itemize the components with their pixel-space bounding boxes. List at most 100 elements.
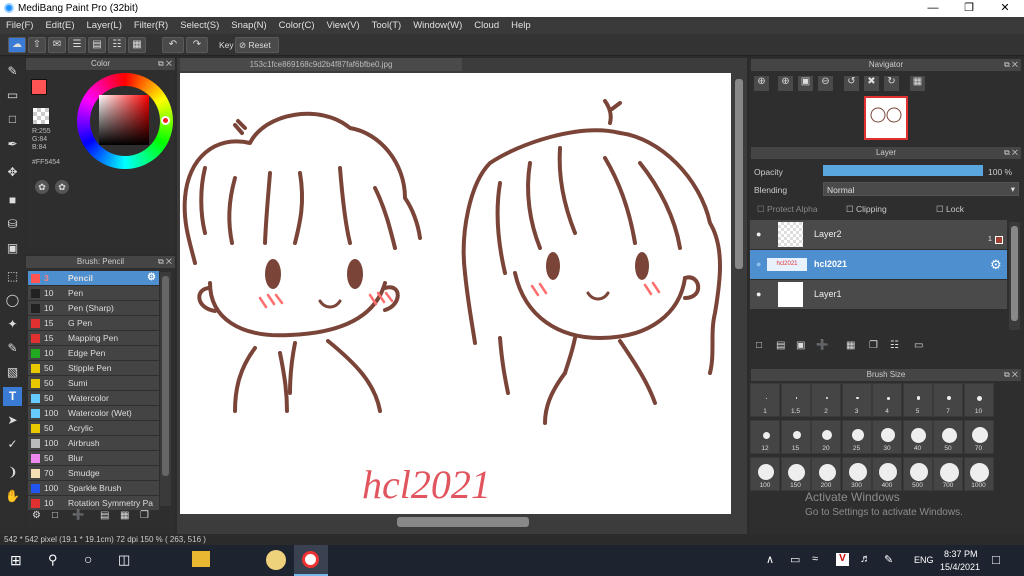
magic-wand-tool-icon[interactable]: ✦ (3, 315, 22, 334)
brush-item[interactable]: 100 Airbrush (28, 436, 159, 451)
brush-size-option[interactable]: 20 (811, 420, 841, 454)
brush-settings-icon[interactable]: ⚙ (32, 510, 41, 521)
document-tab[interactable]: 153c1fce869168c9d2b4f87faf6bfbe0.jpg (180, 58, 462, 71)
menu-view[interactable]: View(V) (321, 17, 366, 34)
brush-add-icon[interactable]: ➕ (72, 510, 84, 521)
brush-size-option[interactable]: 100 (750, 457, 780, 491)
brush-size-option[interactable]: 5 (902, 383, 933, 417)
hue-picker-handle[interactable] (161, 116, 170, 125)
task-view-icon[interactable]: ◫ (118, 552, 130, 568)
dot-tool-icon[interactable]: □ (3, 110, 22, 129)
select-eraser-tool-icon[interactable]: ▧ (3, 363, 22, 382)
zoom-in-alt-icon[interactable]: ⊕ (778, 76, 793, 91)
zoom-out-icon[interactable]: ⊖ (818, 76, 833, 91)
layer-row[interactable]: ● Layer2 1 (750, 220, 1007, 249)
message-icon[interactable]: ☰ (68, 37, 86, 53)
undo-icon[interactable]: ↶ (162, 37, 184, 53)
vertical-scroll-thumb[interactable] (735, 79, 743, 269)
brush-item[interactable]: 50 Blur (28, 451, 159, 466)
volume-icon[interactable]: ♬ (860, 553, 871, 565)
menu-edit[interactable]: Edit(E) (39, 17, 80, 34)
drawing-canvas[interactable]: hcl2021 (180, 73, 731, 514)
menu-snap[interactable]: Snap(N) (225, 17, 272, 34)
brush-size-option[interactable]: 15 (780, 420, 811, 454)
palette-alt-icon[interactable]: ✿ (55, 180, 69, 194)
fill-rect-tool-icon[interactable]: ■ (3, 191, 22, 210)
dropper-tool-icon[interactable]: ✓ (3, 435, 22, 454)
clipping-checkbox[interactable]: ☐ Clipping (846, 204, 887, 215)
brush-size-option[interactable]: 12 (750, 420, 780, 454)
transparent-color-swatch[interactable] (33, 108, 49, 124)
brush-new-icon[interactable]: □ (52, 510, 58, 521)
brush-size-option[interactable]: 4 (872, 383, 902, 417)
v-app-icon[interactable]: V (836, 553, 849, 566)
duplicate-layer-icon[interactable]: ❐ (869, 340, 878, 351)
lasso-tool-icon[interactable]: ◯ (3, 291, 22, 310)
brush-size-option[interactable]: 1.5 (780, 383, 811, 417)
visibility-icon[interactable]: ● (756, 229, 761, 239)
brush-size-option[interactable]: 150 (780, 457, 811, 491)
menu-color[interactable]: Color(C) (273, 17, 321, 34)
brush-item[interactable]: 50 Sumi (28, 376, 159, 391)
document-icon[interactable]: ▤ (88, 37, 106, 53)
brush-size-option[interactable]: 40 (902, 420, 933, 454)
menu-help[interactable]: Help (505, 17, 537, 34)
brush-size-option[interactable]: 500 (902, 457, 933, 491)
reset-button[interactable]: ⊘ Reset (235, 37, 279, 53)
brush-item[interactable]: 50 Watercolor (28, 391, 159, 406)
minimize-icon[interactable]: — (916, 0, 950, 17)
cortana-icon[interactable]: ○ (84, 551, 92, 567)
eyedropper-tool-icon[interactable]: ❩ (3, 463, 22, 482)
brush-copy-icon[interactable]: ❐ (140, 510, 149, 521)
redo-icon[interactable]: ↷ (186, 37, 208, 53)
comment-icon[interactable]: ✉ (48, 37, 66, 53)
fit-icon[interactable]: ▣ (798, 76, 813, 91)
menu-layer[interactable]: Layer(L) (81, 17, 128, 34)
brush-size-option[interactable]: 400 (872, 457, 902, 491)
file-explorer-icon[interactable] (192, 551, 210, 567)
eraser-tool-icon[interactable]: ▭ (3, 86, 22, 105)
brush-folder-icon[interactable]: ▦ (120, 510, 129, 521)
language-indicator[interactable]: ENG (914, 555, 934, 565)
maximize-icon[interactable]: ❐ (952, 0, 986, 17)
text-tool-icon[interactable]: T (3, 387, 22, 406)
panel-close-icon[interactable]: ⧉ ✕ (1004, 59, 1018, 71)
clock-time[interactable]: 8:37 PM (944, 549, 978, 559)
gradient-tool-icon[interactable]: ▣ (3, 239, 22, 258)
flip-icon[interactable]: ✖ (864, 76, 879, 91)
list-icon[interactable]: ☷ (108, 37, 126, 53)
share-icon[interactable]: ⇧ (28, 37, 46, 53)
rotate-right-icon[interactable]: ↻ (884, 76, 899, 91)
new-halftone-layer-icon[interactable]: ▣ (796, 340, 805, 351)
layer-scrollbar[interactable] (1009, 222, 1020, 330)
brush-item[interactable]: 100 Watercolor (Wet) (28, 406, 159, 421)
brush-item[interactable]: 10 Pen (Sharp) (28, 301, 159, 316)
blending-select[interactable]: Normal ▾ (823, 182, 1019, 196)
search-icon[interactable]: ⚲ (48, 552, 58, 568)
brush-size-option[interactable]: 300 (841, 457, 872, 491)
new-color-layer-icon[interactable]: ▤ (776, 340, 785, 351)
menu-tool[interactable]: Tool(T) (366, 17, 408, 34)
brush-size-option[interactable]: 1000 (963, 457, 994, 491)
pen-icon[interactable]: ✎ (884, 553, 893, 566)
brush-size-option[interactable]: 50 (933, 420, 963, 454)
add-layer-icon[interactable]: ➕ (816, 340, 828, 351)
palette-icon[interactable]: ✿ (35, 180, 49, 194)
brush-item[interactable]: 50 Stipple Pen (28, 361, 159, 376)
protect-alpha-checkbox[interactable]: ☐ Protect Alpha (757, 204, 818, 215)
brush-size-option[interactable]: 10 (963, 383, 994, 417)
panel-close-icon[interactable]: ⧉ ✕ (158, 58, 172, 70)
paint-app-icon[interactable] (266, 550, 286, 570)
horizontal-scrollbar[interactable] (180, 515, 731, 529)
medibang-taskbar-button[interactable] (294, 545, 328, 576)
windows-start-icon[interactable]: ⊞ (10, 552, 22, 569)
operation-tool-icon[interactable]: ➤ (3, 411, 22, 430)
brush-item[interactable]: 15 G Pen (28, 316, 159, 331)
brush-size-option[interactable]: 3 (841, 383, 872, 417)
move-tool-icon[interactable]: ✥ (3, 163, 22, 182)
brush-size-option[interactable]: 2 (811, 383, 841, 417)
brush-size-option[interactable]: 7 (933, 383, 963, 417)
vertical-scrollbar[interactable] (733, 73, 745, 514)
brush-item[interactable]: 10 Rotation Symmetry Pa (28, 496, 159, 511)
wifi-icon[interactable]: ≈ (812, 553, 818, 565)
